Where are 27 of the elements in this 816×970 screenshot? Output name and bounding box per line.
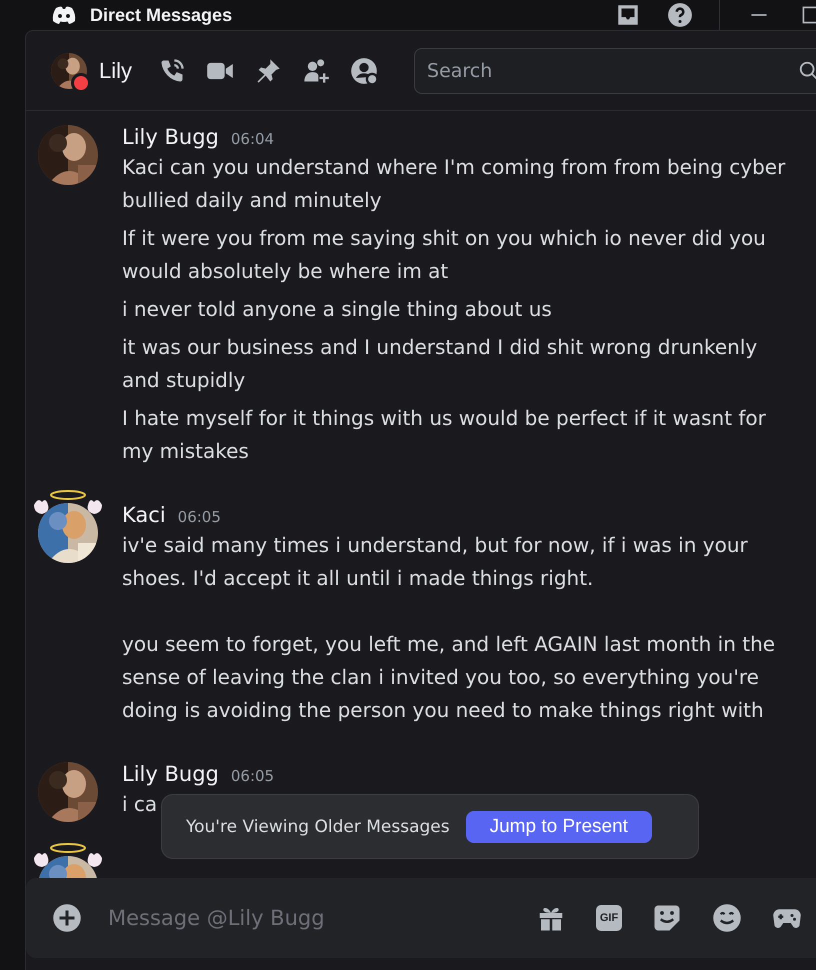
sticker-icon[interactable] (652, 903, 682, 933)
message-text: Kaci can you understand where I'm coming from from being cyber bullied daily and minutely (122, 154, 786, 214)
discord-logo-icon (52, 6, 76, 24)
message-input[interactable]: Message @Lily Bugg (106, 905, 512, 931)
help-icon[interactable] (667, 2, 693, 28)
message-text: I hate myself for it things with us would be perfect if it wasnt for my mistakes (122, 405, 767, 465)
message-text: it was our business and I understand I did shit wrong drunkenly and stupidly (122, 334, 758, 394)
emoji-icon[interactable] (712, 903, 742, 933)
window-title: Direct Messages (90, 4, 232, 26)
gif-button[interactable]: GIF (596, 905, 622, 931)
jump-to-present-button[interactable]: Jump to Present (466, 810, 652, 842)
author-name[interactable]: Kaci (122, 503, 166, 527)
user-name: Lily (99, 58, 132, 84)
timestamp: 06:04 (230, 130, 274, 148)
message-text: iv'e said many times i understand, but for now, if i was in your shoes. I'd accept it all until i made things right. you seem to forget, you left me, and left AGAIN last month in the sense of leaving the clan i invited you too, so everything you're doing is avoiding the person you need to make things right with (122, 532, 776, 724)
notice-text: You're Viewing Older Messages (186, 816, 450, 836)
author-name[interactable]: Lily Bugg (122, 762, 219, 786)
message-text: i never told anyone a single thing about us (122, 296, 552, 323)
search-field[interactable]: Search (414, 48, 816, 94)
timestamp: 06:05 (178, 508, 221, 526)
add-icon[interactable] (52, 903, 82, 933)
search-icon (798, 60, 816, 82)
timestamp: 06:05 (230, 767, 274, 785)
message-text: i ca (122, 791, 158, 818)
author-name[interactable]: Lily Bugg (122, 125, 219, 149)
add-friend-icon[interactable] (302, 56, 330, 84)
user-profile-icon[interactable] (350, 56, 378, 84)
